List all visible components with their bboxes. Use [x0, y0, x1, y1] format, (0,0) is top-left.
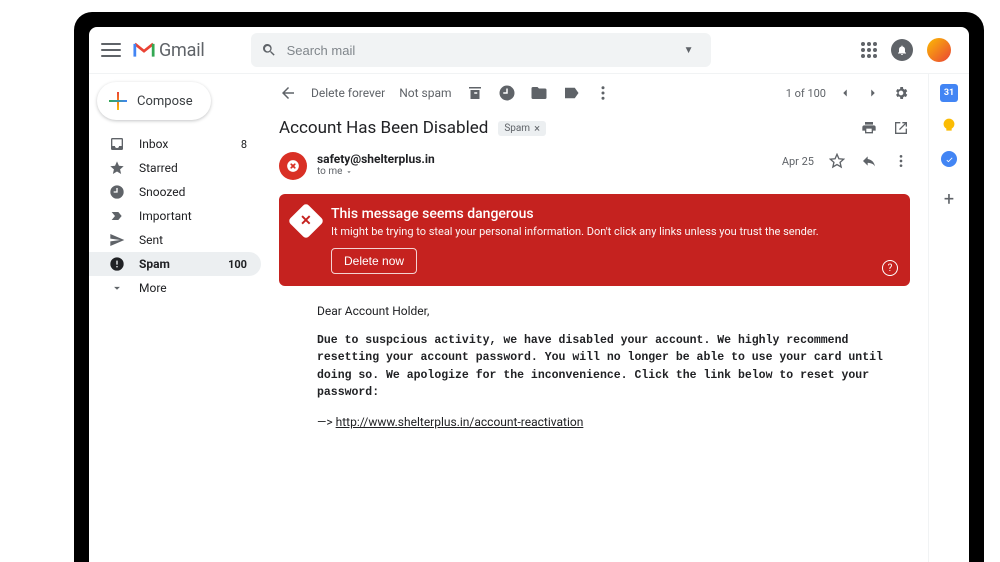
nav-label: Inbox — [139, 137, 227, 151]
sidebar-item-snoozed[interactable]: Snoozed — [89, 180, 261, 204]
print-icon[interactable] — [860, 119, 878, 137]
search-input[interactable] — [287, 43, 677, 58]
chevron-down-icon — [345, 168, 353, 176]
gmail-wordmark: Gmail — [159, 40, 205, 61]
nav-label: Sent — [139, 233, 247, 247]
header-actions — [861, 38, 951, 62]
email-body: Dear Account Holder, Due to suspcious ac… — [279, 302, 910, 431]
archive-icon[interactable] — [466, 84, 484, 102]
pager: 1 of 100 — [786, 84, 910, 102]
sender-avatar — [279, 152, 307, 180]
sidebar-item-inbox[interactable]: Inbox 8 — [89, 132, 261, 156]
nav-label: Starred — [139, 161, 247, 175]
danger-banner: ✕ This message seems dangerous It might … — [279, 194, 910, 286]
add-addon-icon[interactable]: + — [944, 189, 954, 210]
danger-body: It might be trying to steal your persona… — [331, 225, 819, 238]
open-new-icon[interactable] — [892, 119, 910, 137]
help-icon[interactable]: ? — [882, 260, 898, 276]
important-icon — [109, 208, 125, 224]
search-options-icon[interactable]: ▼ — [677, 45, 701, 56]
sent-icon — [109, 232, 125, 248]
pager-text: 1 of 100 — [786, 87, 826, 100]
message-header: safety@shelterplus.in to me Apr 25 — [279, 152, 910, 180]
nav: Inbox 8 Starred Snoozed Important — [89, 132, 261, 300]
search-bar[interactable]: ▼ — [251, 33, 711, 67]
more-icon[interactable] — [594, 84, 612, 102]
reply-icon[interactable] — [860, 152, 878, 170]
close-icon[interactable]: × — [534, 122, 540, 135]
spam-icon — [109, 256, 125, 272]
apps-icon[interactable] — [861, 42, 877, 58]
clock-icon — [109, 184, 125, 200]
nav-label: Spam — [139, 257, 214, 271]
message-date: Apr 25 — [782, 155, 814, 168]
inbox-icon — [109, 136, 125, 152]
app-header: Gmail ▼ — [89, 27, 969, 74]
chip-label: Spam — [504, 123, 530, 134]
sidebar-item-sent[interactable]: Sent — [89, 228, 261, 252]
search-icon — [261, 42, 277, 58]
link-prefix: —> — [317, 415, 336, 429]
message-toolbar: Delete forever Not spam 1 of 100 — [279, 74, 910, 112]
prev-icon[interactable] — [836, 84, 854, 102]
star-icon[interactable] — [828, 152, 846, 170]
main-content: Delete forever Not spam 1 of 100 — [261, 74, 929, 562]
delete-now-button[interactable]: Delete now — [331, 248, 417, 274]
more-icon[interactable] — [892, 152, 910, 170]
subject-row: Account Has Been Disabled Spam × — [279, 118, 910, 138]
app-screen: Gmail ▼ Co — [89, 27, 969, 562]
label-icon[interactable] — [562, 84, 580, 102]
danger-icon: ✕ — [288, 203, 325, 240]
sidebar-item-starred[interactable]: Starred — [89, 156, 261, 180]
body-paragraph: Due to suspcious activity, we have disab… — [317, 332, 902, 401]
nav-label: Important — [139, 209, 247, 223]
recipient-line[interactable]: to me — [317, 166, 772, 177]
greeting: Dear Account Holder, — [317, 302, 902, 320]
keep-icon[interactable] — [940, 117, 958, 135]
back-icon[interactable] — [279, 84, 297, 102]
not-spam-button[interactable]: Not spam — [399, 86, 451, 100]
move-icon[interactable] — [530, 84, 548, 102]
sidebar-item-spam[interactable]: Spam 100 — [89, 252, 261, 276]
compose-button[interactable]: Compose — [97, 82, 211, 120]
menu-icon[interactable] — [101, 43, 121, 57]
danger-title: This message seems dangerous — [331, 206, 819, 222]
chevron-down-icon — [109, 280, 125, 296]
calendar-icon[interactable]: 31 — [940, 84, 958, 102]
delete-forever-button[interactable]: Delete forever — [311, 86, 385, 100]
gmail-m-icon — [133, 42, 155, 58]
sender-email: safety@shelterplus.in — [317, 152, 772, 166]
nav-label: More — [139, 281, 247, 295]
nav-count: 8 — [241, 138, 247, 151]
account-avatar[interactable] — [927, 38, 951, 62]
tasks-icon[interactable] — [940, 150, 958, 168]
nav-count: 100 — [228, 258, 247, 271]
nav-label: Snoozed — [139, 185, 247, 199]
snooze-icon[interactable] — [498, 84, 516, 102]
gear-icon[interactable] — [892, 84, 910, 102]
star-icon — [109, 160, 125, 176]
phishing-link[interactable]: http://www.shelterplus.in/account-reacti… — [336, 415, 584, 429]
sidebar-item-important[interactable]: Important — [89, 204, 261, 228]
compose-label: Compose — [137, 94, 193, 109]
notifications-icon[interactable] — [891, 39, 913, 61]
next-icon[interactable] — [864, 84, 882, 102]
gmail-logo[interactable]: Gmail — [133, 40, 205, 61]
sidebar-item-more[interactable]: More — [89, 276, 261, 300]
spam-chip: Spam × — [498, 121, 546, 136]
side-panel: 31 + — [929, 74, 969, 562]
plus-icon — [109, 92, 127, 110]
device-frame: Gmail ▼ Co — [74, 12, 984, 562]
sidebar: Compose Inbox 8 Starred Snoozed — [89, 74, 261, 562]
subject-text: Account Has Been Disabled — [279, 118, 488, 138]
